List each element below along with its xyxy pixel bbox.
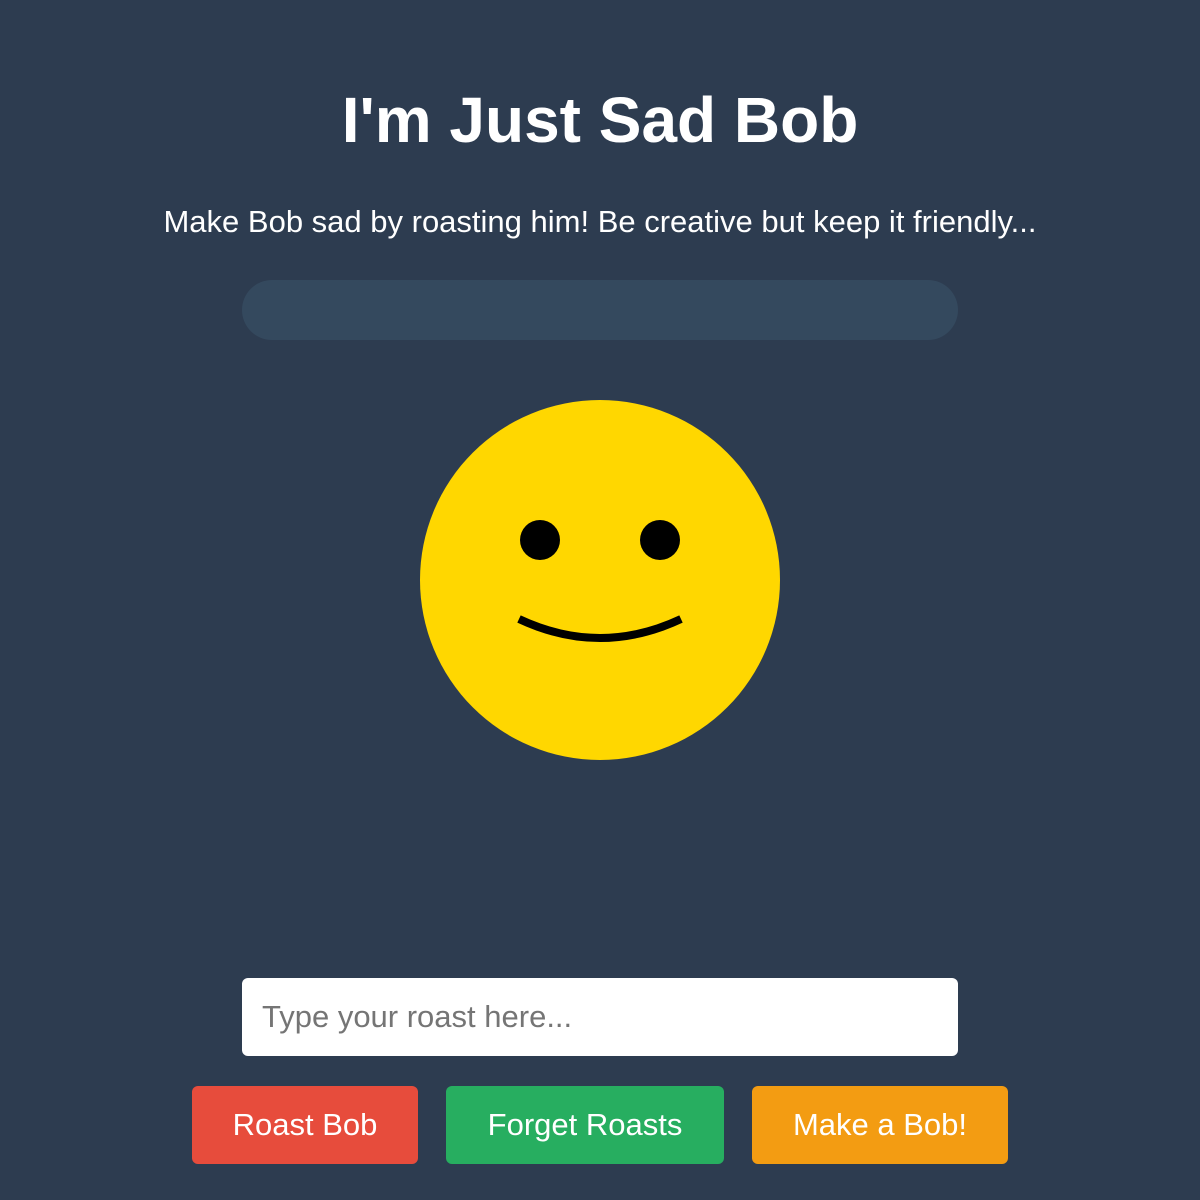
bob-face[interactable] bbox=[420, 400, 780, 760]
sadness-meter bbox=[242, 280, 958, 340]
roast-bob-button[interactable]: Roast Bob bbox=[192, 1086, 418, 1164]
bob-right-eye bbox=[640, 520, 680, 560]
bob-head bbox=[420, 400, 780, 760]
forget-roasts-button[interactable]: Forget Roasts bbox=[446, 1086, 724, 1164]
bob-left-eye bbox=[520, 520, 560, 560]
page-subtitle: Make Bob sad by roasting him! Be creativ… bbox=[163, 204, 1037, 239]
roast-input[interactable] bbox=[242, 978, 958, 1056]
page-title: I'm Just Sad Bob bbox=[341, 84, 859, 156]
make-a-bob-button[interactable]: Make a Bob! bbox=[752, 1086, 1008, 1164]
